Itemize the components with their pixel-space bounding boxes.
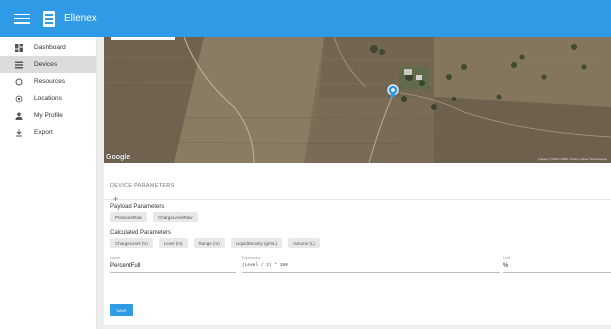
map-imagery [104,37,611,163]
payload-chip[interactable]: ChargeLevelRaw [153,212,198,222]
sidebar-item-label: Locations [34,95,62,102]
calculated-chip[interactable]: Level (m) [158,238,188,248]
device-parameters-title: DEVICE PARAMETERS [110,183,175,189]
name-underline [110,272,236,273]
name-field[interactable]: Name PercentFull [110,256,236,273]
payload-chip[interactable]: PressureRaw [110,212,148,222]
sidebar-item-dashboard[interactable]: Dashboard [0,39,96,56]
sidebar-item-label: Resources [34,78,66,85]
brand-name: Ellenex [64,13,97,24]
map-tab-indicator [111,37,175,40]
divider [104,199,611,200]
resources-icon [14,77,24,87]
calculated-chip[interactable]: ChargeLevel (V) [110,238,153,248]
unit-value: % [503,263,509,269]
name-value: PercentFull [110,263,141,269]
name-label: Name [110,256,121,260]
add-parameter-button[interactable]: + [113,194,118,204]
sidebar-item-label: Dashboard [34,44,66,51]
dashboard-icon [14,43,24,53]
top-app-bar: Ellenex [0,0,611,37]
sidebar-item-label: Devices [34,61,58,68]
location-icon [14,94,24,104]
device-parameters-card: DEVICE PARAMETERS Payload Parameters Pre… [104,163,611,325]
sidebar-item-label: My Profile [34,112,63,119]
sidebar-item-locations[interactable]: Locations [0,90,96,107]
person-icon [14,111,24,121]
map-attribution: Imagery ©2020 CNES / Airbus, Maxar Techn… [538,157,607,161]
sidebar-item-my-profile[interactable]: My Profile [0,107,96,124]
hamburger-menu-icon[interactable] [14,12,30,26]
calculated-chip[interactable]: Volume (L) [288,238,320,248]
sidebar-item-resources[interactable]: Resources [0,73,96,90]
unit-underline [503,272,611,273]
main-content: Google Imagery ©2020 CNES / Airbus, Maxa… [97,37,611,329]
satellite-map[interactable]: Google Imagery ©2020 CNES / Airbus, Maxa… [104,37,611,163]
calculated-chip[interactable]: Range (m) [193,238,225,248]
devices-icon [14,60,24,70]
unit-label: Unit [503,256,510,260]
expression-field[interactable]: Expression (Level / 2) * 100 [242,256,500,273]
sidebar: Dashboard Devices Resources Locations My… [0,37,97,329]
expression-value: (Level / 2) * 100 [242,263,288,268]
expression-label: Expression [242,256,261,260]
google-logo: Google [106,154,131,161]
export-icon [14,128,24,138]
save-button[interactable]: SAVE [110,304,133,316]
unit-field[interactable]: Unit % [503,256,611,273]
calculated-chip[interactable]: LiquidDensity (g/mL) [230,238,283,248]
expression-underline [242,272,500,273]
ellenex-logo [42,10,56,28]
calculated-parameters-title: Calculated Parameters [110,230,172,236]
sidebar-item-export[interactable]: Export [0,124,96,141]
payload-chips: PressureRaw ChargeLevelRaw [110,212,198,222]
sidebar-item-devices[interactable]: Devices [0,56,96,73]
payload-parameters-title: Payload Parameters [110,204,165,210]
sidebar-item-label: Export [34,129,53,136]
calculated-chips: ChargeLevel (V) Level (m) Range (m) Liqu… [110,238,320,248]
